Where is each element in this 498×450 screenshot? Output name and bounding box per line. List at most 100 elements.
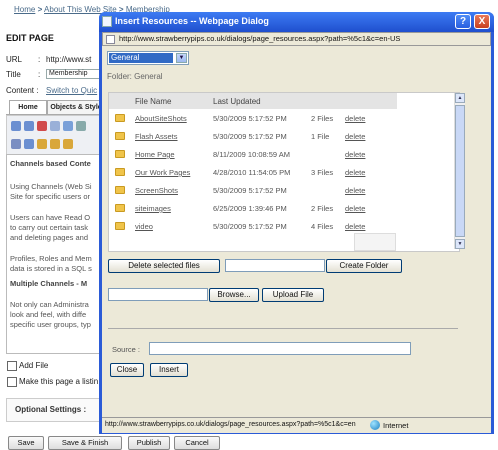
publish-button[interactable]: Publish (128, 436, 170, 450)
editor-line: Using Channels (Web Si (10, 182, 92, 191)
paste-text-icon[interactable] (50, 139, 60, 149)
tab-home[interactable]: Home (9, 100, 47, 114)
editor-line: Site for specific users or (10, 192, 91, 201)
folder-name-link[interactable]: siteimages (135, 204, 171, 213)
scroll-thumb[interactable] (455, 105, 465, 237)
folder-name-link[interactable]: AboutSiteShots (135, 114, 187, 123)
folder-name-link[interactable]: Flash Assets (135, 132, 178, 141)
last-updated: 5/30/2009 5:17:52 PM (213, 132, 287, 141)
folder-select[interactable]: General ▼ (107, 51, 189, 65)
header-last-updated: Last Updated (213, 97, 261, 106)
last-updated: 5/30/2009 5:17:52 PM (213, 114, 287, 123)
delete-link[interactable]: delete (345, 204, 365, 213)
chevron-down-icon[interactable]: ▼ (176, 53, 187, 63)
file-count: 1 File (311, 132, 330, 141)
cancel-button[interactable]: Cancel (174, 436, 220, 450)
delete-selected-button[interactable]: Delete selected files (108, 259, 220, 273)
folder-name-link[interactable]: Our Work Pages (135, 168, 190, 177)
page-icon (106, 35, 115, 44)
delete-link[interactable]: delete (345, 132, 365, 141)
switch-editor-link[interactable]: Switch to Quic (46, 86, 97, 95)
scroll-up-icon[interactable]: ▲ (455, 93, 465, 103)
optional-settings-panel: Optional Settings : (6, 398, 104, 422)
browse-button[interactable]: Browse... (209, 288, 259, 302)
dialog-title: Insert Resources -- Webpage Dialog (115, 16, 269, 26)
insert-button[interactable]: Insert (150, 363, 188, 377)
editor-line: Profiles, Roles and Mem (10, 254, 92, 263)
undo-icon[interactable] (11, 121, 21, 131)
table-row[interactable]: siteimages 6/25/2009 1:39:46 PM 2 Files … (109, 200, 397, 217)
folder-icon (115, 114, 125, 122)
delete-link[interactable]: delete (345, 222, 365, 231)
save-button[interactable]: Save (8, 436, 44, 450)
table-row[interactable]: Home Page 8/11/2009 10:08:59 AM delete (109, 146, 397, 163)
paste-icon[interactable] (37, 139, 47, 149)
dialog-titlebar[interactable]: Insert Resources -- Webpage Dialog ? X (99, 12, 494, 32)
url-label: URL (6, 55, 23, 64)
status-url: http://www.strawberrypips.co.uk/dialogs/… (105, 421, 356, 428)
table-row[interactable]: ScreenShots 5/30/2009 5:17:52 PM delete (109, 182, 397, 199)
last-updated: 4/28/2010 11:54:05 PM (213, 168, 291, 177)
editor-heading: Multiple Channels - M (10, 279, 88, 288)
file-count: 4 Files (311, 222, 334, 231)
editor-line: to carry out certain task (10, 223, 88, 232)
page-title: EDIT PAGE (6, 33, 54, 43)
close-window-button[interactable]: X (474, 14, 490, 29)
title-colon: : (38, 70, 41, 79)
listing-label: Make this page a listin (19, 377, 99, 386)
file-list-scrollbar[interactable]: ▲ ▼ (454, 93, 465, 249)
last-updated: 5/30/2009 5:17:52 PM (213, 222, 287, 231)
file-count: 2 Files (311, 114, 334, 123)
upload-file-button[interactable]: Upload File (262, 288, 324, 302)
folder-icon (115, 222, 125, 230)
source-input[interactable] (149, 342, 411, 355)
url-colon: : (38, 55, 41, 64)
breadcrumb-home[interactable]: Home (14, 5, 35, 14)
create-folder-button[interactable]: Create Folder (326, 259, 402, 273)
new-folder-input[interactable] (225, 259, 325, 272)
add-file-checkbox[interactable] (7, 361, 17, 371)
divider (108, 328, 458, 329)
last-updated: 5/30/2009 5:17:52 PM (213, 186, 287, 195)
file-list: File Name Last Updated AboutSiteShots 5/… (108, 92, 465, 252)
folder-name-link[interactable]: ScreenShots (135, 186, 178, 195)
file-count: 2 Files (311, 204, 334, 213)
insert-resources-dialog: Insert Resources -- Webpage Dialog ? X h… (99, 12, 494, 434)
optional-settings-label: Optional Settings : (15, 405, 87, 414)
help-button[interactable]: ? (455, 14, 471, 29)
thumbnail-preview (354, 233, 396, 251)
paste-word-icon[interactable] (63, 139, 73, 149)
content-editor[interactable]: Channels based Conte Using Channels (Web… (6, 154, 104, 354)
editor-line: Users can have Read O (10, 213, 91, 222)
folder-select-value: General (109, 53, 173, 63)
delete-link[interactable]: delete (345, 114, 365, 123)
redo-icon[interactable] (24, 121, 34, 131)
editor-heading: Channels based Conte (10, 159, 91, 168)
header-file-name: File Name (135, 97, 172, 106)
title-input[interactable]: Membership (46, 69, 100, 79)
format-icon[interactable] (63, 121, 73, 131)
table-row[interactable]: AboutSiteShots 5/30/2009 5:17:52 PM 2 Fi… (109, 110, 397, 127)
folder-name-link[interactable]: Home Page (135, 150, 175, 159)
editor-tabs: Home Objects & Style (6, 100, 105, 115)
listing-checkbox[interactable] (7, 377, 17, 387)
table-row[interactable]: Our Work Pages 4/28/2010 11:54:05 PM 3 F… (109, 164, 397, 181)
copy-icon[interactable] (24, 139, 34, 149)
file-list-header: File Name Last Updated (109, 93, 397, 109)
last-updated: 8/11/2009 10:08:59 AM (213, 150, 291, 159)
delete-link[interactable]: delete (345, 168, 365, 177)
source-icon[interactable] (76, 121, 86, 131)
folder-icon (115, 168, 125, 176)
delete-link[interactable]: delete (345, 186, 365, 195)
delete-link[interactable]: delete (345, 150, 365, 159)
close-button[interactable]: Close (110, 363, 144, 377)
scroll-down-icon[interactable]: ▼ (455, 239, 465, 249)
cut-icon[interactable] (11, 139, 21, 149)
spellcheck-icon[interactable] (37, 121, 47, 131)
upload-file-input[interactable] (108, 288, 208, 301)
save-finish-button[interactable]: Save & Finish (48, 436, 122, 450)
table-row[interactable]: Flash Assets 5/30/2009 5:17:52 PM 1 File… (109, 128, 397, 145)
fullscreen-icon[interactable] (50, 121, 60, 131)
tab-objects-style[interactable]: Objects & Style (47, 100, 105, 114)
folder-name-link[interactable]: video (135, 222, 153, 231)
